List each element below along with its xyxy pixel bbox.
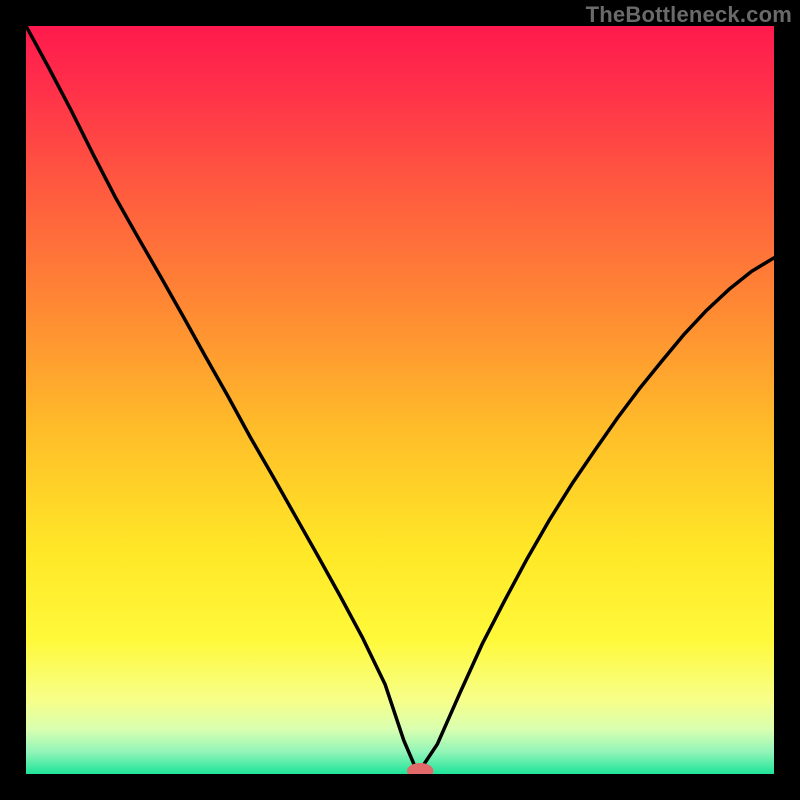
chart-frame: TheBottleneck.com (0, 0, 800, 800)
plot-area (26, 26, 774, 774)
watermark-text: TheBottleneck.com (586, 2, 792, 28)
optimal-point-marker (407, 764, 432, 774)
bottleneck-chart-svg (26, 26, 774, 774)
gradient-rect (26, 26, 774, 774)
